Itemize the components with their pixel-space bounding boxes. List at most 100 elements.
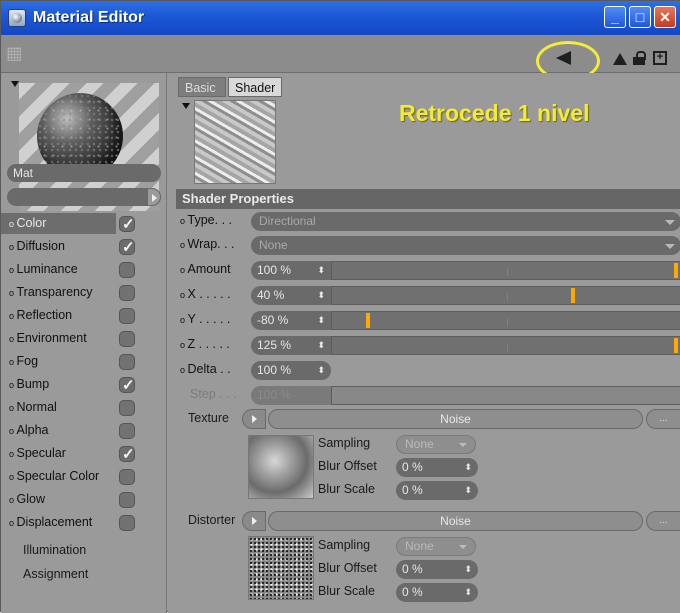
channel-checkbox[interactable]: [119, 444, 135, 465]
title-bar[interactable]: Material Editor _ □ ✕: [1, 1, 680, 35]
channel-item[interactable]: Fog: [1, 351, 141, 372]
channel-checkbox[interactable]: [119, 214, 135, 235]
step-field: 100 %: [251, 386, 331, 405]
texture-thumbnail: [248, 435, 314, 499]
channel-checkbox[interactable]: [119, 375, 135, 396]
channel-label: Transparency: [9, 282, 93, 304]
material-name-field[interactable]: Mat: [7, 164, 161, 182]
delta-field[interactable]: 100 % ⬍: [251, 361, 331, 380]
z-slider-knob[interactable]: [674, 338, 678, 353]
minimize-button[interactable]: _: [604, 6, 626, 28]
z-slider[interactable]: [331, 336, 680, 355]
channel-checkbox[interactable]: [119, 354, 135, 370]
shader-thumbnail: [194, 100, 276, 184]
type-row: Type. . . Directional: [176, 211, 680, 232]
channel-checkbox[interactable]: [119, 423, 135, 439]
distorter-sampling-dropdown[interactable]: None: [396, 537, 476, 556]
app-icon: [8, 9, 26, 27]
distorter-blur-scale-field[interactable]: 0 % ⬍: [396, 583, 478, 602]
tab-basic[interactable]: Basic: [178, 77, 226, 97]
grip-icon[interactable]: [7, 47, 21, 61]
z-field[interactable]: 125 % ⬍: [251, 336, 331, 355]
texture-blur-offset-field[interactable]: 0 % ⬍: [396, 458, 478, 477]
channel-checkbox[interactable]: [119, 262, 135, 278]
channel-item[interactable]: Alpha: [1, 420, 141, 441]
amount-field[interactable]: 100 % ⬍: [251, 261, 331, 280]
channel-checkbox[interactable]: [119, 308, 135, 324]
channel-item[interactable]: Diffusion: [1, 236, 141, 258]
channel-checkbox[interactable]: [119, 515, 135, 531]
left-panel: Mat ColorDiffusionLuminanceTransparencyR…: [1, 73, 167, 613]
x-label: X . . . . .: [180, 287, 231, 301]
texture-blur-scale-row: Blur Scale 0 % ⬍: [318, 480, 558, 500]
wrap-row: Wrap. . . None: [176, 235, 680, 256]
x-row: X . . . . . 40 %⬍: [176, 285, 680, 306]
texture-blur-scale-field[interactable]: 0 % ⬍: [396, 481, 478, 500]
window-title: Material Editor: [33, 9, 145, 26]
material-link-field[interactable]: [7, 188, 161, 206]
tab-shader[interactable]: Shader: [228, 77, 282, 97]
y-field[interactable]: -80 % ⬍: [251, 311, 331, 330]
y-row: Y . . . . . -80 %⬍: [176, 310, 680, 331]
channel-item[interactable]: Luminance: [1, 259, 141, 280]
channel-checkbox[interactable]: [119, 492, 135, 508]
texture-name-button[interactable]: Noise: [268, 409, 643, 429]
channel-checkbox[interactable]: [119, 400, 135, 416]
channel-item[interactable]: Transparency: [1, 282, 141, 303]
illumination-item[interactable]: Illumination: [23, 543, 86, 557]
amount-slider[interactable]: [331, 261, 680, 280]
texture-arrow-button[interactable]: [242, 409, 266, 429]
channel-item[interactable]: Reflection: [1, 305, 141, 326]
distorter-name-button[interactable]: Noise: [268, 511, 643, 531]
maximize-button[interactable]: □: [629, 6, 651, 28]
channel-label: Bump: [9, 374, 50, 396]
up-arrow-icon[interactable]: [613, 53, 627, 65]
wrap-dropdown[interactable]: None: [251, 236, 680, 255]
y-slider[interactable]: [331, 311, 680, 330]
channel-checkbox[interactable]: [119, 469, 135, 485]
y-slider-knob[interactable]: [366, 313, 370, 328]
channel-checkbox[interactable]: [119, 237, 135, 258]
channel-label: Specular: [9, 443, 66, 465]
right-panel: Basic Shader Shader Properties Type. . .…: [168, 73, 680, 613]
distorter-blur-offset-label: Blur Offset: [318, 561, 377, 575]
channel-checkbox[interactable]: [119, 285, 135, 301]
distorter-more-button[interactable]: ...: [646, 511, 680, 531]
x-slider[interactable]: [331, 286, 680, 305]
distorter-blur-offset-field[interactable]: 0 % ⬍: [396, 560, 478, 579]
lock-icon[interactable]: [633, 51, 647, 65]
shader-menu-icon[interactable]: [182, 103, 190, 109]
distorter-blur-scale-row: Blur Scale 0 % ⬍: [318, 582, 558, 602]
channel-item[interactable]: Normal: [1, 397, 141, 418]
channel-item[interactable]: Glow: [1, 489, 141, 510]
channel-label: Alpha: [9, 420, 49, 442]
amount-slider-knob[interactable]: [674, 263, 678, 278]
texture-row: Texture Noise ...: [176, 408, 680, 430]
texture-more-button[interactable]: ...: [646, 409, 680, 429]
channel-item[interactable]: Specular Color: [1, 466, 141, 487]
distorter-sampling-row: Sampling None: [318, 536, 558, 556]
preview-menu-icon[interactable]: [11, 81, 19, 87]
new-window-icon[interactable]: +: [653, 51, 667, 65]
distorter-blur-scale-label: Blur Scale: [318, 584, 375, 598]
amount-row: Amount 100 %⬍: [176, 260, 680, 281]
step-label: Step . . .: [190, 387, 237, 401]
x-field[interactable]: 40 % ⬍: [251, 286, 331, 305]
back-arrow-icon[interactable]: [556, 51, 571, 65]
distorter-sampling-label: Sampling: [318, 538, 371, 552]
channel-item[interactable]: Displacement: [1, 512, 141, 533]
step-row: Step . . . 100 %: [176, 385, 680, 406]
x-slider-knob[interactable]: [571, 288, 575, 303]
assignment-item[interactable]: Assignment: [23, 567, 88, 581]
channel-item[interactable]: Bump: [1, 374, 141, 396]
close-button[interactable]: ✕: [654, 6, 676, 28]
texture-sampling-dropdown[interactable]: None: [396, 435, 476, 454]
channel-checkbox[interactable]: [119, 331, 135, 347]
channel-item[interactable]: Color: [1, 213, 135, 235]
distorter-arrow-button[interactable]: [242, 511, 266, 531]
type-dropdown[interactable]: Directional: [251, 212, 680, 231]
channel-label: Environment: [9, 328, 87, 350]
channel-label: Diffusion: [9, 236, 65, 258]
channel-item[interactable]: Environment: [1, 328, 141, 349]
channel-item[interactable]: Specular: [1, 443, 141, 465]
